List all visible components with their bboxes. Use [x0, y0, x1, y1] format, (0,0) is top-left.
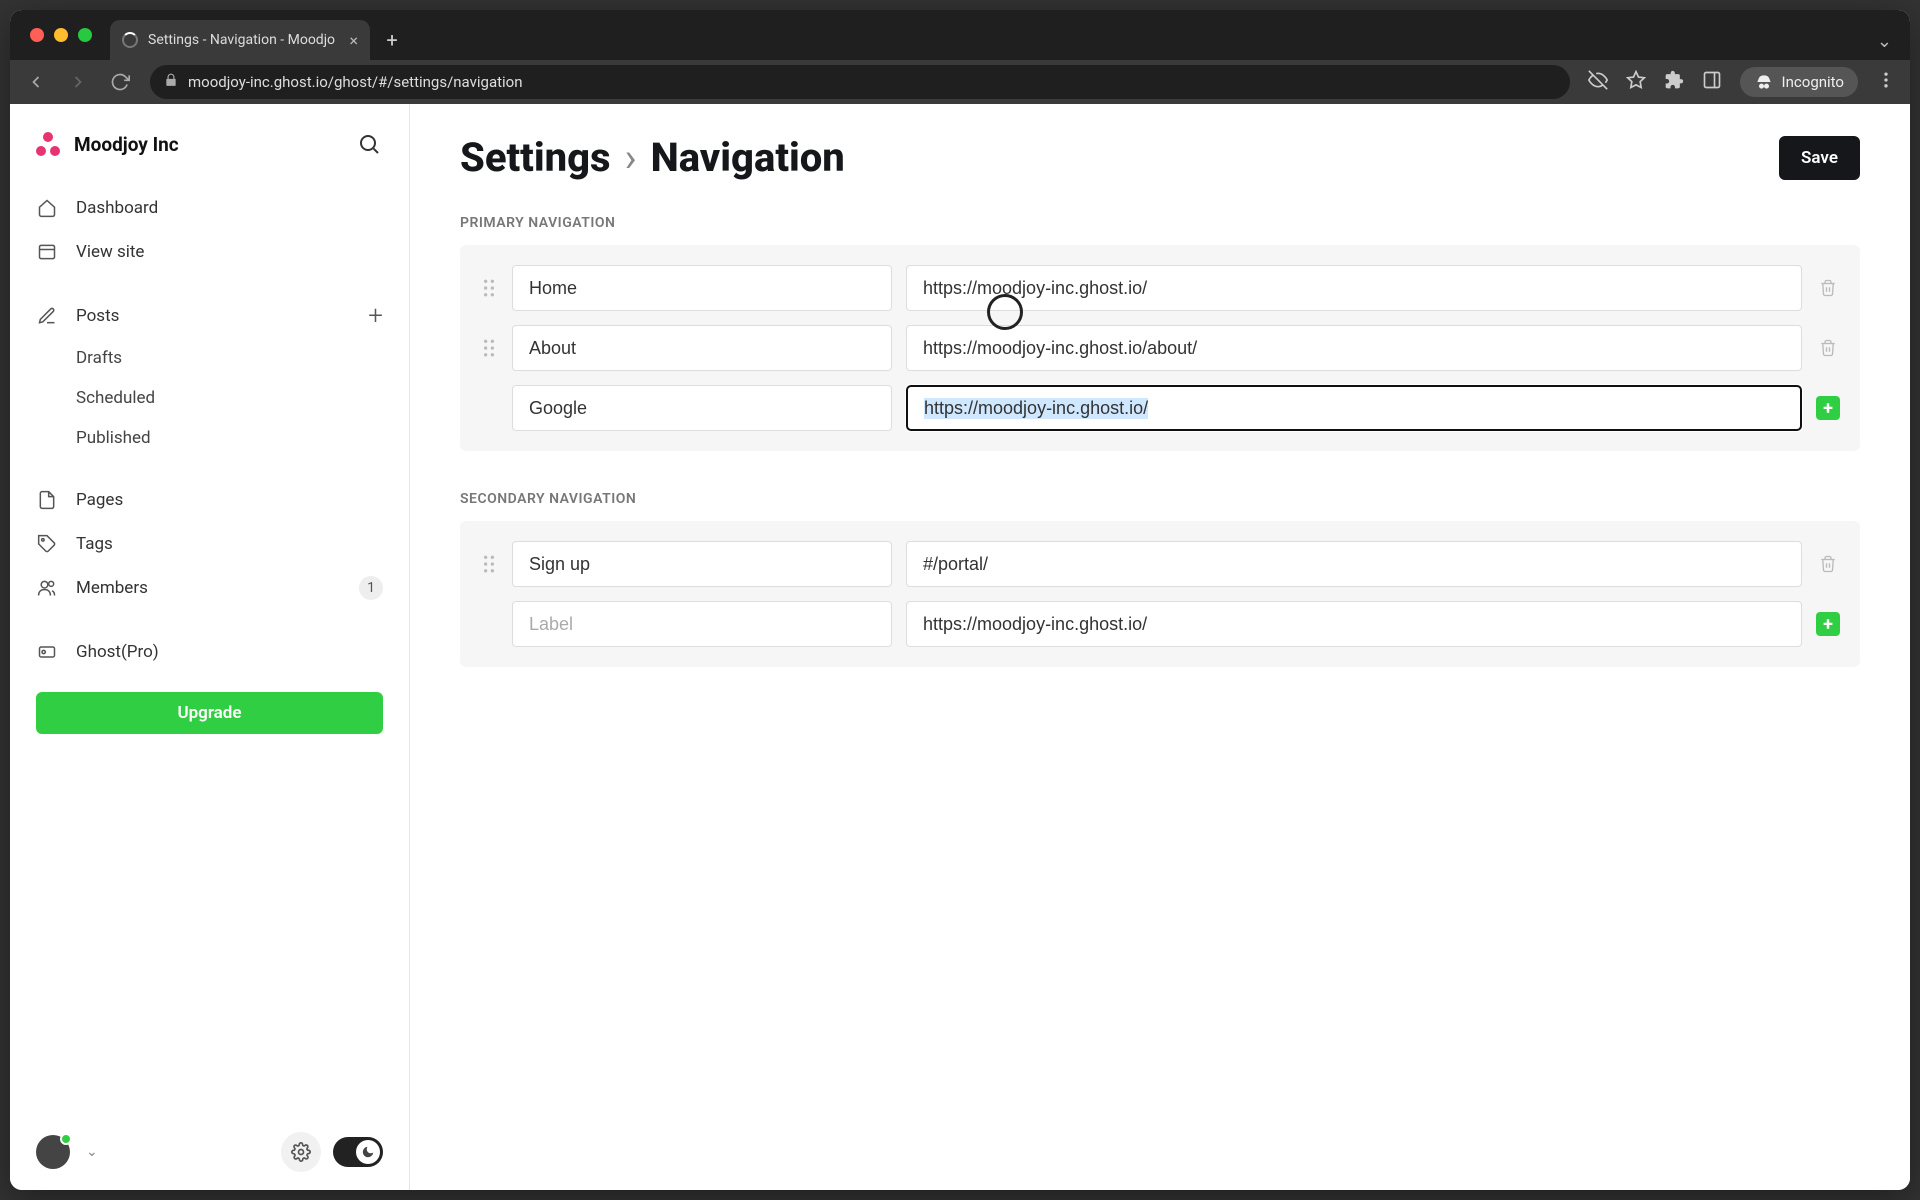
page-icon — [36, 489, 58, 511]
user-avatar[interactable] — [36, 1135, 70, 1169]
upgrade-button[interactable]: Upgrade — [36, 692, 383, 734]
minimize-window-button[interactable] — [54, 28, 68, 42]
panel-icon[interactable] — [1702, 70, 1722, 94]
menu-icon[interactable] — [1876, 70, 1896, 94]
forward-button[interactable] — [60, 64, 96, 100]
search-icon — [357, 132, 381, 156]
nav-url-input[interactable] — [906, 541, 1802, 587]
members-count: 1 — [359, 576, 383, 600]
edit-icon — [36, 305, 58, 327]
nav-label-input[interactable] — [512, 385, 892, 431]
nav-label: Members — [76, 578, 148, 598]
user-menu-caret-icon[interactable]: ⌄ — [86, 1144, 98, 1160]
search-button[interactable] — [355, 130, 383, 158]
nav-dashboard[interactable]: Dashboard — [22, 186, 397, 230]
members-icon — [36, 577, 58, 599]
delete-row-button[interactable] — [1816, 279, 1840, 297]
reload-button[interactable] — [102, 64, 138, 100]
breadcrumb-parent[interactable]: Settings — [460, 134, 611, 181]
close-tab-button[interactable]: × — [349, 31, 358, 50]
nav-row — [480, 325, 1840, 371]
nav-label: Posts — [76, 306, 119, 326]
home-icon — [36, 197, 58, 219]
add-row-button[interactable]: + — [1816, 396, 1840, 420]
breadcrumb-current: Navigation — [651, 134, 845, 181]
nav-label: Dashboard — [76, 198, 158, 218]
loading-spinner-icon — [122, 32, 138, 48]
chevron-right-icon: › — [625, 134, 637, 181]
drag-handle-icon[interactable] — [480, 339, 498, 357]
nav-row-new: + — [480, 601, 1840, 647]
tag-icon — [36, 533, 58, 555]
nav-row-new: + — [480, 385, 1840, 431]
nav-view-site[interactable]: View site — [22, 230, 397, 274]
url-text: moodjoy-inc.ghost.io/ghost/#/settings/na… — [188, 73, 523, 91]
nav-scheduled[interactable]: Scheduled — [22, 378, 397, 418]
settings-button[interactable] — [281, 1132, 321, 1172]
site-name[interactable]: Moodjoy Inc — [74, 133, 355, 156]
window-controls — [22, 10, 92, 60]
nav-drafts[interactable]: Drafts — [22, 338, 397, 378]
add-row-button[interactable]: + — [1816, 612, 1840, 636]
nav-ghost-pro[interactable]: Ghost(Pro) — [22, 630, 397, 674]
tab-title: Settings - Navigation - Moodjo — [148, 32, 339, 48]
nav-url-input[interactable] — [906, 265, 1802, 311]
nav-label-input[interactable] — [512, 265, 892, 311]
nav-label: Pages — [76, 490, 123, 510]
new-post-button[interactable]: + — [368, 301, 383, 331]
maximize-window-button[interactable] — [78, 28, 92, 42]
primary-nav-panel: + — [460, 245, 1860, 451]
secondary-nav-panel: + — [460, 521, 1860, 667]
nav-row — [480, 265, 1840, 311]
star-icon[interactable] — [1626, 70, 1646, 94]
eye-off-icon[interactable] — [1588, 70, 1608, 94]
tabs-dropdown-icon[interactable]: ⌄ — [1877, 31, 1892, 52]
nav-label-input[interactable] — [512, 325, 892, 371]
incognito-label: Incognito — [1782, 73, 1844, 91]
browser-addressbar: moodjoy-inc.ghost.io/ghost/#/settings/na… — [10, 60, 1910, 104]
nav-label: Ghost(Pro) — [76, 642, 159, 662]
nav-url-input[interactable] — [906, 325, 1802, 371]
delete-row-button[interactable] — [1816, 555, 1840, 573]
primary-nav-section-label: PRIMARY NAVIGATION — [460, 215, 1860, 231]
delete-row-button[interactable] — [1816, 339, 1840, 357]
status-indicator-icon — [60, 1133, 72, 1145]
lock-icon — [164, 73, 178, 91]
drag-handle-icon[interactable] — [480, 555, 498, 573]
new-tab-button[interactable]: + — [376, 24, 408, 56]
nav-label-input[interactable] — [512, 541, 892, 587]
nav-tags[interactable]: Tags — [22, 522, 397, 566]
nav-pages[interactable]: Pages — [22, 478, 397, 522]
nav-url-input[interactable] — [906, 601, 1802, 647]
sidebar: Moodjoy Inc Dashboard View site Posts — [10, 104, 410, 1190]
main-content: Settings › Navigation Save PRIMARY NAVIG… — [410, 104, 1910, 1190]
nav-url-input-focused[interactable] — [906, 385, 1802, 431]
nav-label: View site — [76, 242, 144, 262]
breadcrumb: Settings › Navigation — [460, 134, 845, 181]
back-button[interactable] — [18, 64, 54, 100]
dark-mode-toggle[interactable] — [333, 1137, 383, 1167]
browser-tab[interactable]: Settings - Navigation - Moodjo × — [110, 20, 370, 60]
moon-icon — [356, 1140, 380, 1164]
save-button[interactable]: Save — [1779, 136, 1860, 180]
drag-handle-icon[interactable] — [480, 279, 498, 297]
browser-titlebar: Settings - Navigation - Moodjo × + ⌄ — [10, 10, 1910, 60]
nav-posts[interactable]: Posts + — [22, 294, 397, 338]
window-icon — [36, 241, 58, 263]
nav-published[interactable]: Published — [22, 418, 397, 458]
site-logo-icon — [36, 132, 60, 156]
nav-members[interactable]: Members 1 — [22, 566, 397, 610]
nav-label: Tags — [76, 534, 113, 554]
gear-icon — [291, 1142, 311, 1162]
nav-row — [480, 541, 1840, 587]
extensions-icon[interactable] — [1664, 70, 1684, 94]
nav-label-input[interactable] — [512, 601, 892, 647]
url-field[interactable]: moodjoy-inc.ghost.io/ghost/#/settings/na… — [150, 65, 1570, 99]
incognito-icon — [1754, 72, 1774, 92]
ghostpro-icon — [36, 641, 58, 663]
close-window-button[interactable] — [30, 28, 44, 42]
incognito-chip[interactable]: Incognito — [1740, 67, 1858, 97]
secondary-nav-section-label: SECONDARY NAVIGATION — [460, 491, 1860, 507]
